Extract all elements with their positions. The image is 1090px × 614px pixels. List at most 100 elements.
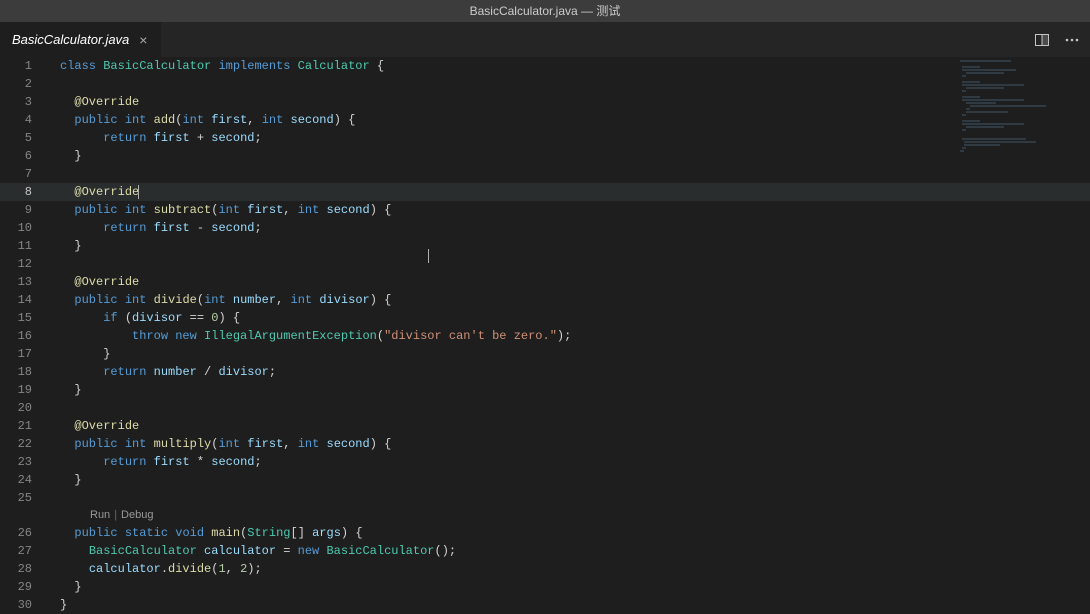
code-line[interactable]: 10 return first - second; xyxy=(0,219,1090,237)
code-content: return first * second; xyxy=(48,453,262,471)
code-line[interactable]: 5 return first + second; xyxy=(0,129,1090,147)
line-number: 27 xyxy=(0,542,48,560)
line-number: 25 xyxy=(0,489,48,507)
line-number: 21 xyxy=(0,417,48,435)
editor-caret xyxy=(138,185,139,199)
line-number: 23 xyxy=(0,453,48,471)
line-number: 19 xyxy=(0,381,48,399)
code-line[interactable]: 22 public int multiply(int first, int se… xyxy=(0,435,1090,453)
code-editor[interactable]: 1class BasicCalculator implements Calcul… xyxy=(0,57,1090,614)
editor-window: BasicCalculator.java — 测试 BasicCalculato… xyxy=(0,0,1090,614)
code-content: } xyxy=(48,471,82,489)
code-line[interactable]: 28 calculator.divide(1, 2); xyxy=(0,560,1090,578)
code-content: public int divide(int number, int diviso… xyxy=(48,291,391,309)
line-number: 8 xyxy=(0,183,48,201)
line-number: 11 xyxy=(0,237,48,255)
code-line[interactable]: 18 return number / divisor; xyxy=(0,363,1090,381)
code-content: } xyxy=(48,345,110,363)
code-content: return number / divisor; xyxy=(48,363,276,381)
code-content: public static void main(String[] args) { xyxy=(48,524,363,542)
tab-label: BasicCalculator.java xyxy=(12,32,129,47)
code-content: calculator.divide(1, 2); xyxy=(48,560,262,578)
line-number: 15 xyxy=(0,309,48,327)
code-content: public int multiply(int first, int secon… xyxy=(48,435,391,453)
line-number: 4 xyxy=(0,111,48,129)
line-number: 6 xyxy=(0,147,48,165)
code-content: } xyxy=(48,578,82,596)
code-content: } xyxy=(48,147,82,165)
code-line[interactable]: 4 public int add(int first, int second) … xyxy=(0,111,1090,129)
line-number: 18 xyxy=(0,363,48,381)
code-line[interactable]: 11 } xyxy=(0,237,1090,255)
code-content: if (divisor == 0) { xyxy=(48,309,240,327)
line-number: 16 xyxy=(0,327,48,345)
code-line[interactable]: 20 xyxy=(0,399,1090,417)
code-line[interactable]: 27 BasicCalculator calculator = new Basi… xyxy=(0,542,1090,560)
editor-area[interactable]: 1class BasicCalculator implements Calcul… xyxy=(0,57,1090,614)
code-line[interactable]: 26 public static void main(String[] args… xyxy=(0,524,1090,542)
line-number: 14 xyxy=(0,291,48,309)
code-content: @Override xyxy=(48,417,139,435)
code-content: return first - second; xyxy=(48,219,262,237)
line-number: 24 xyxy=(0,471,48,489)
code-content: public int subtract(int first, int secon… xyxy=(48,201,391,219)
window-title: BasicCalculator.java — 测试 xyxy=(0,0,1090,22)
line-number: 17 xyxy=(0,345,48,363)
code-line[interactable]: 30} xyxy=(0,596,1090,614)
close-icon[interactable]: × xyxy=(135,32,151,48)
code-line[interactable]: 7 xyxy=(0,165,1090,183)
line-number: 13 xyxy=(0,273,48,291)
code-line[interactable]: 16 throw new IllegalArgumentException("d… xyxy=(0,327,1090,345)
line-number: 12 xyxy=(0,255,48,273)
tabs-container: BasicCalculator.java × xyxy=(0,22,162,57)
code-content: throw new IllegalArgumentException("divi… xyxy=(48,327,571,345)
code-line[interactable]: 29 } xyxy=(0,578,1090,596)
code-content: public int add(int first, int second) { xyxy=(48,111,355,129)
code-line[interactable]: 17 } xyxy=(0,345,1090,363)
split-editor-icon[interactable] xyxy=(1034,32,1050,48)
code-content: BasicCalculator calculator = new BasicCa… xyxy=(48,542,456,560)
code-content: } xyxy=(48,596,67,614)
line-number: 2 xyxy=(0,75,48,93)
code-content: @Override xyxy=(48,93,139,111)
code-line[interactable]: 19 } xyxy=(0,381,1090,399)
tab-actions xyxy=(1034,22,1090,57)
tab-basiccalculator[interactable]: BasicCalculator.java × xyxy=(0,22,162,57)
code-content: } xyxy=(48,381,82,399)
tab-bar: BasicCalculator.java × xyxy=(0,22,1090,57)
code-line[interactable]: 15 if (divisor == 0) { xyxy=(0,309,1090,327)
codelens: Run|Debug xyxy=(0,507,1090,524)
line-number: 20 xyxy=(0,399,48,417)
line-number: 29 xyxy=(0,578,48,596)
code-content: @Override xyxy=(48,183,139,201)
code-content: } xyxy=(48,237,82,255)
more-actions-icon[interactable] xyxy=(1064,32,1080,48)
code-content: @Override xyxy=(48,273,139,291)
line-number: 5 xyxy=(0,129,48,147)
line-number: 9 xyxy=(0,201,48,219)
code-line[interactable]: 24 } xyxy=(0,471,1090,489)
line-number: 10 xyxy=(0,219,48,237)
codelens-debug[interactable]: Debug xyxy=(121,509,153,521)
code-line[interactable]: 23 return first * second; xyxy=(0,453,1090,471)
code-line[interactable]: 13 @Override xyxy=(0,273,1090,291)
code-line[interactable]: 21 @Override xyxy=(0,417,1090,435)
code-content: class BasicCalculator implements Calcula… xyxy=(48,57,384,75)
code-line[interactable]: 12 xyxy=(0,255,1090,273)
line-number: 30 xyxy=(0,596,48,614)
minimap[interactable] xyxy=(956,57,1076,614)
line-number: 22 xyxy=(0,435,48,453)
code-line[interactable]: 14 public int divide(int number, int div… xyxy=(0,291,1090,309)
code-line[interactable]: 25 xyxy=(0,489,1090,507)
code-line[interactable]: 6 } xyxy=(0,147,1090,165)
code-line[interactable]: 2 xyxy=(0,75,1090,93)
line-number: 28 xyxy=(0,560,48,578)
code-line[interactable]: 8 @Override xyxy=(0,183,1090,201)
line-number: 26 xyxy=(0,524,48,542)
codelens-run[interactable]: Run xyxy=(90,509,110,521)
code-line[interactable]: 1class BasicCalculator implements Calcul… xyxy=(0,57,1090,75)
code-line[interactable]: 3 @Override xyxy=(0,93,1090,111)
code-content: return first + second; xyxy=(48,129,262,147)
line-number: 3 xyxy=(0,93,48,111)
code-line[interactable]: 9 public int subtract(int first, int sec… xyxy=(0,201,1090,219)
